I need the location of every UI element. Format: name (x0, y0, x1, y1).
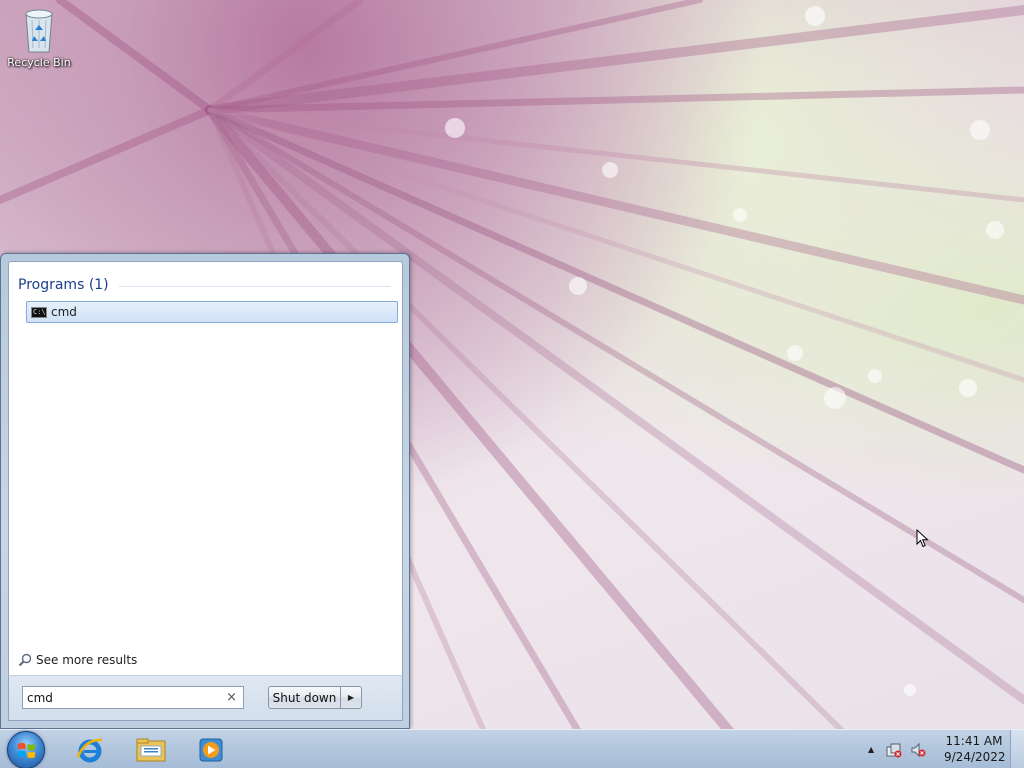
taskbar-internet-explorer[interactable] (63, 733, 117, 767)
start-search-box[interactable]: × (22, 686, 244, 709)
clock-time: 11:41 AM (945, 734, 1003, 748)
notification-area: ▲ (868, 730, 926, 768)
taskbar: ▲ 11:41 AM 9/24/2022 (0, 729, 1024, 768)
see-more-results-label: See more results (36, 653, 138, 667)
start-search-input[interactable] (27, 688, 217, 707)
command-prompt-icon: C:\ (31, 306, 47, 318)
taskbar-media-player[interactable] (184, 733, 238, 767)
system-clock[interactable]: 11:41 AM 9/24/2022 (944, 733, 1006, 765)
clear-search-icon[interactable]: × (226, 690, 237, 705)
see-more-results-link[interactable]: See more results (18, 653, 137, 667)
shutdown-options-arrow-icon[interactable]: ▶ (340, 686, 362, 709)
recycle-bin-label: Recycle Bin (7, 56, 71, 69)
shutdown-button-group: Shut down ▶ (268, 686, 362, 709)
search-result-cmd[interactable]: C:\ cmd (26, 301, 398, 323)
magnifier-icon (18, 653, 32, 667)
windows-logo-icon (17, 742, 36, 759)
volume-muted-icon[interactable] (910, 742, 926, 758)
show-desktop-button[interactable] (1010, 730, 1024, 768)
shutdown-button[interactable]: Shut down (268, 686, 340, 709)
search-results-pane: Programs (1) C:\ cmd See more results (8, 261, 403, 675)
windows-explorer-icon (136, 738, 166, 762)
recycle-bin-icon (25, 9, 53, 53)
clock-date: 9/24/2022 (944, 750, 1006, 764)
section-divider (119, 286, 391, 287)
recycle-bin-shortcut[interactable]: Recycle Bin (4, 6, 74, 69)
taskbar-windows-explorer[interactable] (124, 733, 178, 767)
internet-explorer-icon (76, 738, 103, 763)
action-center-icon[interactable] (886, 742, 902, 758)
start-button[interactable] (7, 731, 45, 768)
search-result-label: cmd (51, 305, 77, 319)
media-player-icon (199, 738, 223, 762)
start-menu-bottom-bar: × Shut down ▶ (8, 675, 403, 721)
show-hidden-icons-icon[interactable]: ▲ (868, 745, 874, 754)
programs-section-title: Programs (1) (18, 277, 109, 293)
mouse-cursor-icon (916, 529, 929, 548)
start-menu: Programs (1) C:\ cmd See more results × … (0, 253, 410, 729)
